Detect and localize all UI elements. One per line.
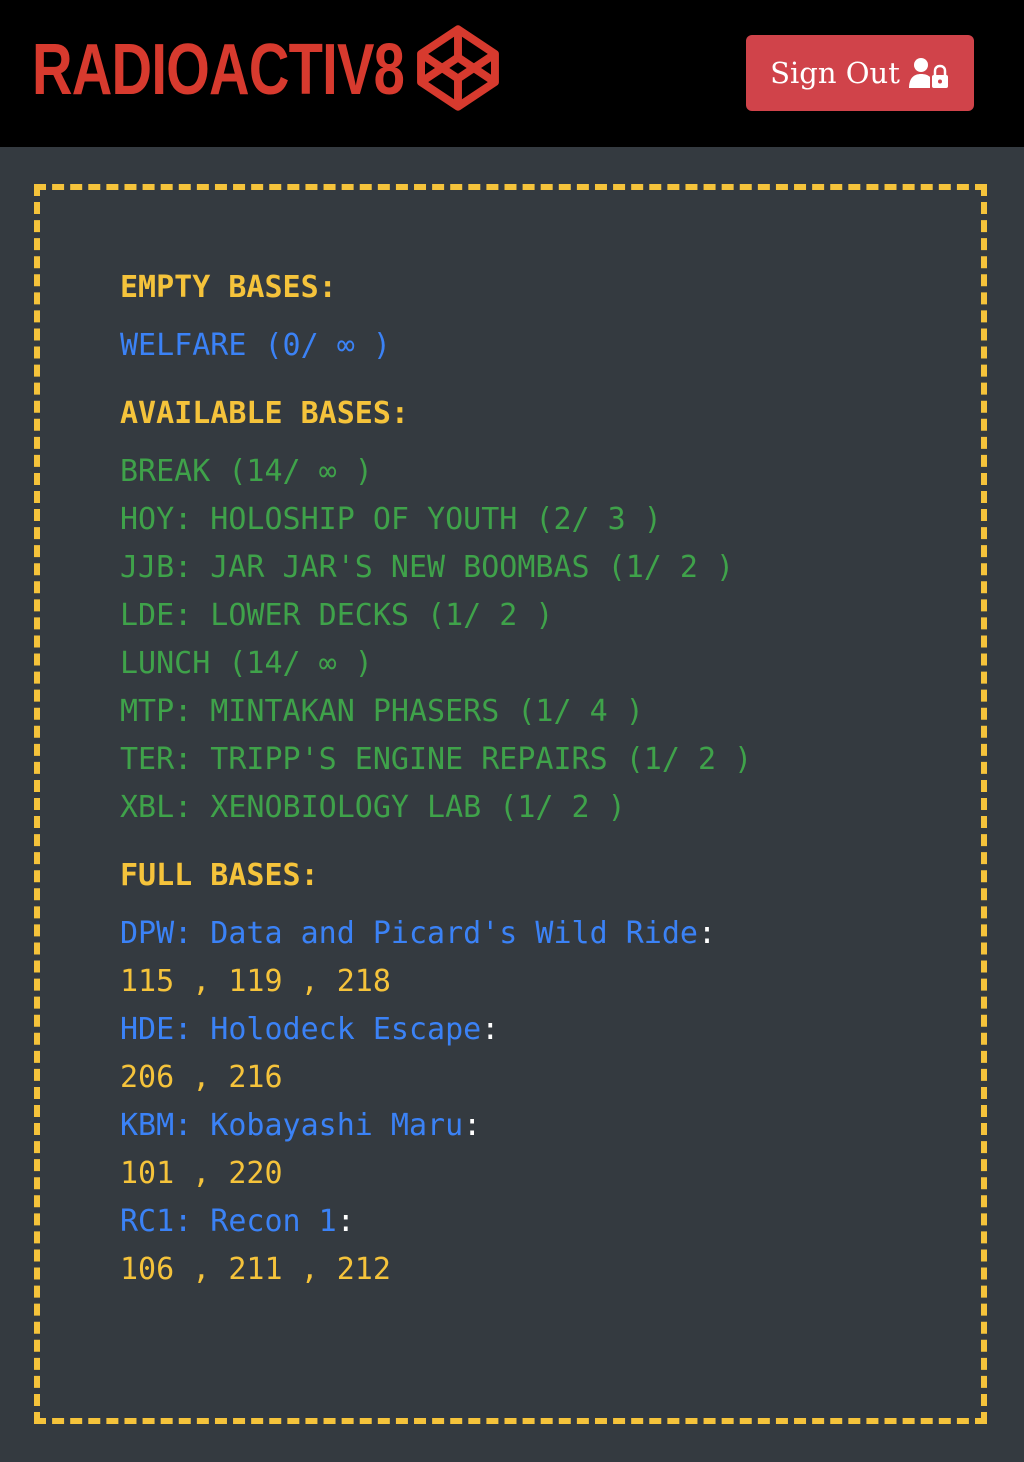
available-base-item: TER: TRIPP'S ENGINE REPAIRS (1/ 2 ) bbox=[120, 742, 753, 777]
sign-out-button[interactable]: Sign Out bbox=[746, 35, 974, 111]
full-base-colon: : bbox=[481, 1012, 500, 1047]
sign-out-label: Sign Out bbox=[770, 56, 900, 90]
available-base-item: BREAK (14/ ∞ ) bbox=[120, 454, 373, 489]
user-lock-icon bbox=[908, 58, 948, 88]
full-base-header: KBM: Kobayashi Maru: bbox=[120, 1102, 980, 1150]
full-base-colon: : bbox=[697, 916, 717, 951]
top-navbar: RADIOACTIV8 Sign Out bbox=[0, 0, 1024, 147]
full-base-colon: : bbox=[336, 1204, 355, 1239]
available-bases-title: AVAILABLE BASES: bbox=[120, 396, 409, 431]
full-base-name: RC1: Recon 1 bbox=[120, 1204, 337, 1239]
full-base-header: RC1: Recon 1: bbox=[120, 1198, 980, 1246]
empty-base-item: WELFARE (0/ ∞ ) bbox=[120, 328, 391, 363]
available-base-item: LUNCH (14/ ∞ ) bbox=[120, 646, 373, 681]
available-base-item: LDE: LOWER DECKS (1/ 2 ) bbox=[120, 598, 554, 633]
full-base-colon: : bbox=[463, 1108, 482, 1143]
available-base-item: XBL: XENOBIOLOGY LAB (1/ 2 ) bbox=[120, 790, 626, 825]
full-base-name: KBM: Kobayashi Maru bbox=[120, 1108, 464, 1143]
bases-list: EMPTY BASES: WELFARE (0/ ∞ ) AVAILABLE B… bbox=[120, 264, 980, 1294]
full-base-name: HDE: Holodeck Escape bbox=[120, 1012, 482, 1047]
empty-bases-title: EMPTY BASES: bbox=[120, 270, 337, 305]
full-base-values: 206 , 216 bbox=[120, 1060, 283, 1095]
full-base-values: 106 , 211 , 212 bbox=[120, 1252, 391, 1287]
full-base-values: 101 , 220 bbox=[120, 1156, 283, 1191]
brand-logo[interactable]: RADIOACTIV8 bbox=[32, 25, 509, 111]
brand-name: RADIOACTIV8 bbox=[32, 30, 405, 110]
available-base-item: MTP: MINTAKAN PHASERS (1/ 4 ) bbox=[120, 694, 644, 729]
full-bases-title: FULL BASES: bbox=[120, 858, 319, 893]
full-base-header: DPW: Data and Picard's Wild Ride: bbox=[120, 910, 980, 958]
available-base-item: HOY: HOLOSHIP OF YOUTH (2/ 3 ) bbox=[120, 502, 662, 537]
codepen-cube-icon bbox=[417, 25, 499, 111]
full-base-header: HDE: Holodeck Escape: bbox=[120, 1006, 980, 1054]
full-base-name: DPW: Data and Picard's Wild Ride bbox=[120, 916, 698, 951]
available-base-item: JJB: JAR JAR'S NEW BOOMBAS (1/ 2 ) bbox=[120, 550, 735, 585]
full-base-values: 115 , 119 , 218 bbox=[120, 964, 391, 999]
